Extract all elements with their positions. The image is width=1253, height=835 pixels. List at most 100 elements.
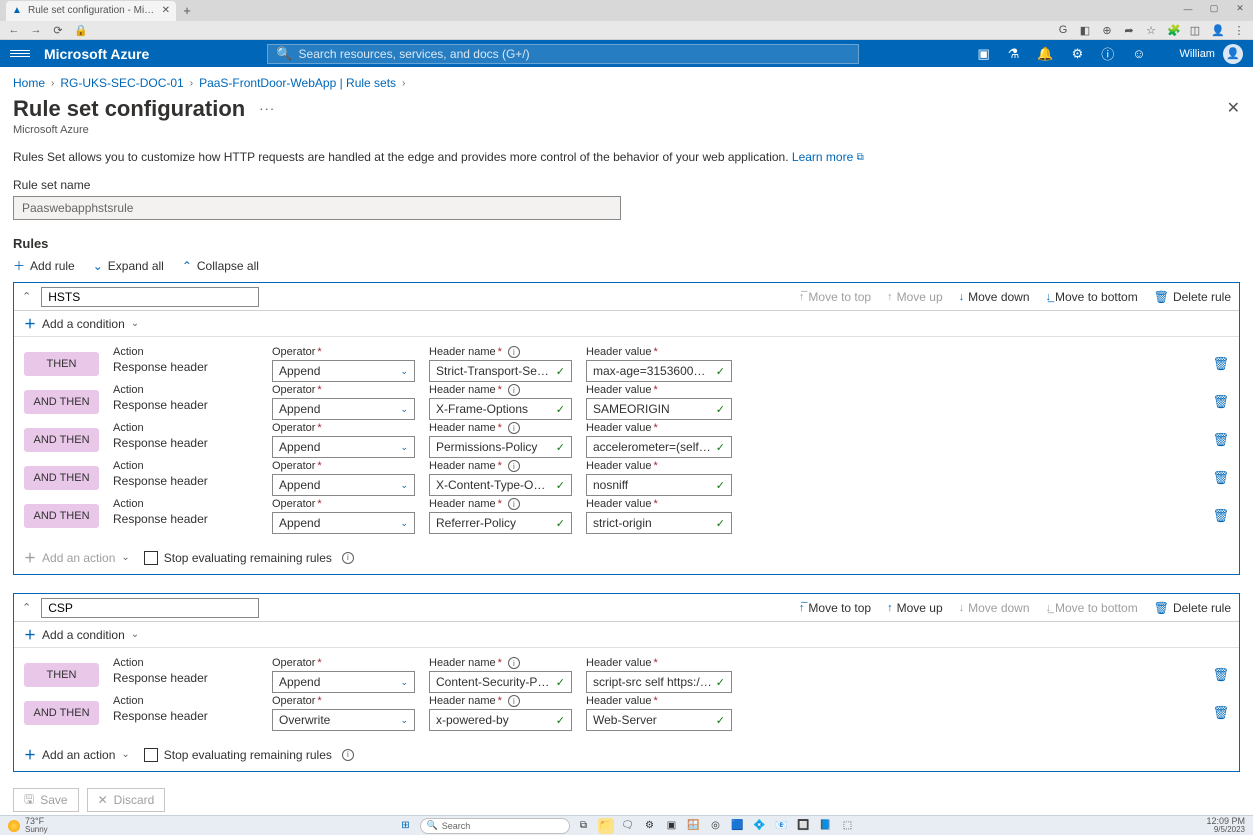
breadcrumb-item[interactable]: PaaS-FrontDoor-WebApp | Rule sets: [199, 76, 396, 90]
profile-icon[interactable]: 👤: [1211, 24, 1223, 37]
taskbar-search[interactable]: 🔍Search: [420, 818, 570, 834]
operator-select[interactable]: Append⌄: [272, 398, 415, 420]
app-icon[interactable]: ▣: [664, 818, 680, 834]
explorer-icon[interactable]: 📁: [598, 818, 614, 834]
header-name-input[interactable]: Referrer-Policy✓: [429, 512, 572, 534]
header-value-input[interactable]: script-src self https://webap…✓: [586, 671, 732, 693]
window-minimize[interactable]: —: [1175, 0, 1201, 17]
save-button[interactable]: 🖫Save: [13, 788, 79, 812]
rule-name-input[interactable]: [41, 287, 259, 307]
info-icon[interactable]: i: [508, 657, 520, 669]
close-blade-icon[interactable]: ✕: [1227, 98, 1240, 118]
info-icon[interactable]: i: [508, 346, 520, 358]
app-icon[interactable]: ⬚: [840, 818, 856, 834]
operator-select[interactable]: Append⌄: [272, 474, 415, 496]
chrome-icon[interactable]: ◎: [708, 818, 724, 834]
info-icon[interactable]: i: [508, 384, 520, 396]
delete-action-button[interactable]: 🗑: [1212, 422, 1229, 448]
move-up-button[interactable]: ↑Move up: [887, 290, 943, 304]
operator-select[interactable]: Append⌄: [272, 671, 415, 693]
menu-icon[interactable]: ⋮: [1233, 24, 1245, 37]
extensions-icon[interactable]: 🧩: [1167, 24, 1179, 37]
more-actions-icon[interactable]: ···: [259, 101, 275, 116]
header-value-input[interactable]: max-age=31536000; includ…✓: [586, 360, 732, 382]
header-value-input[interactable]: Web-Server✓: [586, 709, 732, 731]
system-clock[interactable]: 12:09 PM 9/5/2023: [1206, 817, 1245, 834]
delete-action-button[interactable]: 🗑: [1212, 498, 1229, 524]
nav-back-icon[interactable]: ←: [8, 24, 20, 36]
info-icon[interactable]: i: [342, 552, 354, 564]
delete-rule-button[interactable]: 🗑Delete rule: [1154, 290, 1231, 304]
move-to-bottom-button[interactable]: ↓̲Move to bottom: [1046, 601, 1138, 615]
outlook-icon[interactable]: 📧: [774, 818, 790, 834]
info-icon[interactable]: i: [508, 498, 520, 510]
header-value-input[interactable]: SAMEORIGIN✓: [586, 398, 732, 420]
move-to-top-button[interactable]: ↑̅Move to top: [799, 290, 871, 304]
app-icon[interactable]: 🔲: [796, 818, 812, 834]
info-icon[interactable]: i: [342, 749, 354, 761]
directory-icon[interactable]: ⚗: [1008, 46, 1020, 62]
feedback-icon[interactable]: ☺: [1132, 46, 1145, 61]
operator-select[interactable]: Append⌄: [272, 512, 415, 534]
info-icon[interactable]: i: [508, 460, 520, 472]
header-name-input[interactable]: x-powered-by✓: [429, 709, 572, 731]
menu-button[interactable]: [10, 50, 30, 57]
delete-action-button[interactable]: 🗑: [1212, 657, 1229, 683]
tab-close-icon[interactable]: ✕: [162, 5, 170, 16]
delete-action-button[interactable]: 🗑: [1212, 460, 1229, 486]
window-maximize[interactable]: ▢: [1201, 0, 1227, 17]
translate-icon[interactable]: G: [1057, 24, 1069, 36]
global-search[interactable]: 🔍: [267, 44, 859, 64]
delete-action-button[interactable]: 🗑: [1212, 695, 1229, 721]
header-name-input[interactable]: Permissions-Policy✓: [429, 436, 572, 458]
header-value-input[interactable]: nosniff✓: [586, 474, 732, 496]
move-down-button[interactable]: ↓Move down: [959, 290, 1030, 304]
start-button[interactable]: ⊞: [398, 818, 414, 834]
collapse-toggle-icon[interactable]: ⌃: [22, 290, 31, 303]
settings-icon[interactable]: ⚙: [1072, 46, 1084, 62]
add-action-button[interactable]: ＋Add an action⌄: [24, 549, 130, 566]
user-account[interactable]: William 👤: [1164, 44, 1243, 64]
header-name-input[interactable]: Strict-Transport-Security✓: [429, 360, 572, 382]
header-name-input[interactable]: Content-Security-Policy✓: [429, 671, 572, 693]
add-action-button[interactable]: ＋Add an action⌄: [24, 746, 130, 763]
app-icon[interactable]: 🟦: [730, 818, 746, 834]
notifications-icon[interactable]: 🔔: [1037, 46, 1053, 62]
brand-title[interactable]: Microsoft Azure: [44, 46, 149, 62]
move-down-button[interactable]: ↓Move down: [959, 601, 1030, 615]
nav-forward-icon[interactable]: →: [30, 24, 42, 36]
new-tab-button[interactable]: +: [179, 3, 195, 18]
share-icon[interactable]: ➦: [1123, 24, 1135, 37]
search-input[interactable]: [299, 47, 851, 61]
delete-rule-button[interactable]: 🗑Delete rule: [1154, 601, 1231, 615]
stop-evaluating-checkbox[interactable]: [144, 551, 158, 565]
app-icon[interactable]: 💠: [752, 818, 768, 834]
add-rule-button[interactable]: ＋Add rule: [13, 257, 75, 274]
header-value-input[interactable]: strict-origin✓: [586, 512, 732, 534]
breadcrumb-item[interactable]: RG-UKS-SEC-DOC-01: [60, 76, 183, 90]
move-to-bottom-button[interactable]: ↓̲Move to bottom: [1046, 290, 1138, 304]
header-name-input[interactable]: X-Frame-Options✓: [429, 398, 572, 420]
move-to-top-button[interactable]: ↑̅Move to top: [799, 601, 871, 615]
stop-evaluating-checkbox[interactable]: [144, 748, 158, 762]
operator-select[interactable]: Overwrite⌄: [272, 709, 415, 731]
add-condition-button[interactable]: ＋Add a condition⌄: [24, 315, 1229, 332]
app-icon[interactable]: 🗨: [620, 818, 636, 834]
window-close[interactable]: ✕: [1227, 0, 1253, 17]
header-name-input[interactable]: X-Content-Type-Options✓: [429, 474, 572, 496]
header-value-input[interactable]: accelerometer=(self), camer…✓: [586, 436, 732, 458]
collapse-toggle-icon[interactable]: ⌃: [22, 601, 31, 614]
sidepanel-icon[interactable]: ◫: [1189, 24, 1201, 37]
add-condition-button[interactable]: ＋Add a condition⌄: [24, 626, 1229, 643]
info-icon[interactable]: i: [508, 422, 520, 434]
info-icon[interactable]: i: [508, 695, 520, 707]
browser-tab[interactable]: ▲ Rule set configuration - Microso ✕: [6, 1, 176, 21]
rule-name-input[interactable]: [41, 598, 259, 618]
discard-button[interactable]: ✕Discard: [87, 788, 166, 812]
operator-select[interactable]: Append⌄: [272, 360, 415, 382]
expand-all-button[interactable]: ⌄Expand all: [93, 259, 164, 273]
nav-reload-icon[interactable]: ⟳: [52, 24, 64, 37]
word-icon[interactable]: 📘: [818, 818, 834, 834]
update-icon[interactable]: ◧: [1079, 24, 1091, 37]
collapse-all-button[interactable]: ⌃Collapse all: [182, 259, 259, 273]
